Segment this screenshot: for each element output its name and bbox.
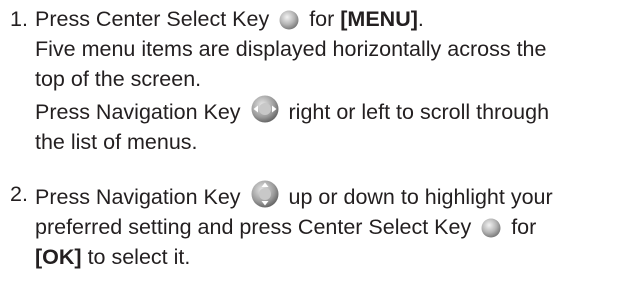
step-2-text-a: Press Navigation Key (35, 185, 241, 209)
step-1-line-2: Five menu items are displayed horizontal… (35, 37, 547, 61)
step-2-text-d: for (511, 215, 537, 239)
ok-key-label: [OK] (35, 245, 82, 269)
step-1-body: Press Center Select Key for [MENU]. Five… (35, 4, 630, 157)
center-select-key-icon (278, 9, 300, 31)
step-2-line-3: [OK] to select it. (35, 242, 630, 272)
step-1-number: 1. (10, 7, 28, 31)
menu-key-label: [MENU] (340, 7, 418, 31)
step-1-line-1: Press Center Select Key for [MENU]. (35, 4, 630, 34)
step-2-line-1: Press Navigation Key up or down to highl… (35, 179, 630, 212)
navigation-key-left-right-icon (250, 94, 280, 124)
step-1-text-c: . (417, 7, 424, 31)
step-2-text-c: preferred setting and press Center Selec… (35, 215, 472, 239)
step-2: 2. Press Navigation Key up or down to hi… (10, 179, 630, 272)
step-2-body: Press Navigation Key up or down to highl… (35, 179, 630, 272)
step-2-text-b: up or down to highlight your (288, 185, 553, 209)
step-1: 1. Press Center Select Key for [MENU]. F… (10, 4, 630, 157)
instruction-page: 1. Press Center Select Key for [MENU]. F… (0, 0, 637, 287)
step-1-line-4: Press Navigation Key right or left to sc… (35, 94, 630, 127)
step-2-number: 2. (10, 182, 28, 206)
step-1-line-3: top of the screen. (35, 67, 202, 91)
step-2-line-2: preferred setting and press Center Selec… (35, 212, 630, 242)
step-1-text-a: Press Center Select Key (35, 7, 270, 31)
navigation-key-up-down-icon (250, 179, 280, 209)
center-select-key-icon (480, 217, 502, 239)
step-1-text-e: right or left to scroll through (288, 100, 550, 124)
step-1-text-d: Press Navigation Key (35, 100, 241, 124)
step-1-text-b: for (309, 7, 335, 31)
step-1-line-5: the list of menus. (35, 130, 198, 154)
step-2-text-e: to select it. (87, 245, 191, 269)
